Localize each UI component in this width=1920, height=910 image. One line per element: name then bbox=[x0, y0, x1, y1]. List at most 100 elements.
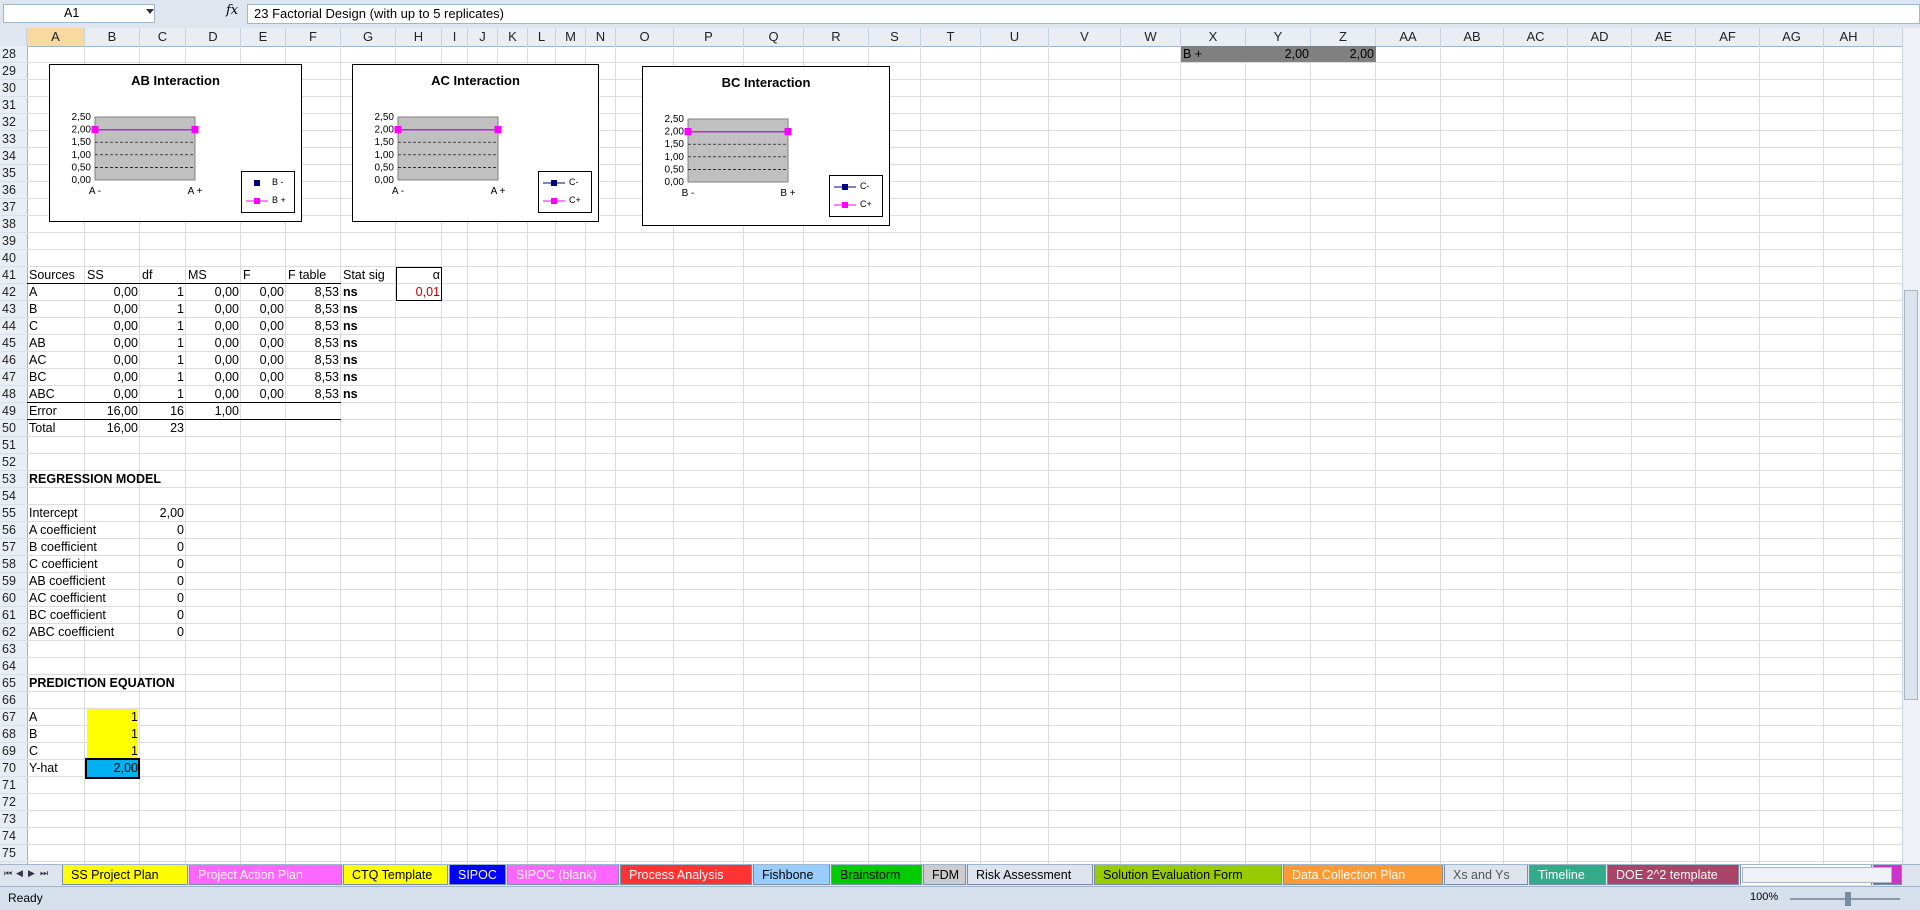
row-header-58[interactable]: 58 bbox=[0, 556, 26, 573]
prediction-input[interactable]: 1 bbox=[87, 726, 138, 743]
row-header-29[interactable]: 29 bbox=[0, 63, 26, 80]
column-header-e[interactable]: E bbox=[241, 28, 286, 46]
row-header-73[interactable]: 73 bbox=[0, 811, 26, 828]
chart-2[interactable]: AC Interaction 2,50 2,00 1,50 1,00 0,50 0,00 A … bbox=[352, 64, 599, 222]
row-header-42[interactable]: 42 bbox=[0, 284, 26, 301]
row-header-33[interactable]: 33 bbox=[0, 131, 26, 148]
column-header-m[interactable]: M bbox=[556, 28, 586, 46]
row-header-44[interactable]: 44 bbox=[0, 318, 26, 335]
column-header-ad[interactable]: AD bbox=[1568, 28, 1632, 46]
sheet-tab[interactable]: Brainstorm bbox=[831, 865, 922, 885]
column-header-h[interactable]: H bbox=[396, 28, 442, 46]
column-header-f[interactable]: F bbox=[286, 28, 341, 46]
column-header-ag[interactable]: AG bbox=[1760, 28, 1824, 46]
column-header-c[interactable]: C bbox=[140, 28, 186, 46]
row-header-51[interactable]: 51 bbox=[0, 437, 26, 454]
sheet-tab[interactable]: Risk Assessment bbox=[967, 865, 1093, 885]
name-box[interactable]: A1 bbox=[3, 4, 155, 23]
column-header-ac[interactable]: AC bbox=[1504, 28, 1568, 46]
row-header-69[interactable]: 69 bbox=[0, 743, 26, 760]
chart-3[interactable]: BC Interaction 2,50 2,00 1,50 1,00 0,50 0,00 B … bbox=[642, 66, 890, 226]
row-header-67[interactable]: 67 bbox=[0, 709, 26, 726]
row-header-65[interactable]: 65 bbox=[0, 675, 26, 692]
column-header-z[interactable]: Z bbox=[1311, 28, 1376, 46]
column-header-d[interactable]: D bbox=[186, 28, 241, 46]
sheet-tab[interactable]: Xs and Ys bbox=[1444, 865, 1528, 885]
first-sheet-icon[interactable]: ⏮ bbox=[4, 868, 12, 879]
row-header-39[interactable]: 39 bbox=[0, 233, 26, 250]
row-header-34[interactable]: 34 bbox=[0, 148, 26, 165]
column-header-j[interactable]: J bbox=[468, 28, 498, 46]
column-header-n[interactable]: N bbox=[586, 28, 616, 46]
chart-1[interactable]: AB Interaction 2,50 2,00 1,50 1,00 0,50 0,00 A … bbox=[49, 64, 302, 222]
prediction-input[interactable]: 1 bbox=[87, 709, 138, 726]
sheet-tab[interactable]: SIPOC (blank) bbox=[507, 865, 619, 885]
row-header-75[interactable]: 75 bbox=[0, 845, 26, 862]
cell-grid[interactable]: B + 2,00 2,00 Sources SS df MS F F table Stat sig… bbox=[27, 46, 1902, 864]
row-header-52[interactable]: 52 bbox=[0, 454, 26, 471]
row-header-46[interactable]: 46 bbox=[0, 352, 26, 369]
sheet-tab[interactable]: Process Analysis bbox=[620, 865, 752, 885]
row-header-70[interactable]: 70 bbox=[0, 760, 26, 777]
last-sheet-icon[interactable]: ⏭ bbox=[40, 868, 48, 879]
column-header-p[interactable]: P bbox=[674, 28, 744, 46]
row-header-30[interactable]: 30 bbox=[0, 80, 26, 97]
column-header-u[interactable]: U bbox=[981, 28, 1049, 46]
column-header-v[interactable]: V bbox=[1049, 28, 1121, 46]
column-header-ah[interactable]: AH bbox=[1824, 28, 1874, 46]
row-header-45[interactable]: 45 bbox=[0, 335, 26, 352]
column-header-ae[interactable]: AE bbox=[1632, 28, 1696, 46]
row-header-74[interactable]: 74 bbox=[0, 828, 26, 845]
row-header-63[interactable]: 63 bbox=[0, 641, 26, 658]
row-header-43[interactable]: 43 bbox=[0, 301, 26, 318]
column-header-i[interactable]: I bbox=[442, 28, 468, 46]
chevron-down-icon[interactable] bbox=[146, 9, 154, 14]
row-header-55[interactable]: 55 bbox=[0, 505, 26, 522]
sheet-tab[interactable]: SS Project Plan bbox=[62, 865, 188, 885]
y-hat-value[interactable]: 2,00 bbox=[85, 758, 140, 779]
column-header-l[interactable]: L bbox=[528, 28, 556, 46]
row-header-40[interactable]: 40 bbox=[0, 250, 26, 267]
row-header-49[interactable]: 49 bbox=[0, 403, 26, 420]
row-header-59[interactable]: 59 bbox=[0, 573, 26, 590]
sheet-tab[interactable]: Project Action Plan bbox=[189, 865, 342, 885]
row-header-61[interactable]: 61 bbox=[0, 607, 26, 624]
zoom-slider-thumb[interactable] bbox=[1845, 892, 1851, 906]
row-header-31[interactable]: 31 bbox=[0, 97, 26, 114]
column-header-t[interactable]: T bbox=[921, 28, 981, 46]
row-header-64[interactable]: 64 bbox=[0, 658, 26, 675]
sheet-tab[interactable]: DOE 2^2 template bbox=[1607, 865, 1739, 885]
column-header-q[interactable]: Q bbox=[744, 28, 804, 46]
row-header-28[interactable]: 28 bbox=[0, 46, 26, 63]
column-header-aa[interactable]: AA bbox=[1376, 28, 1441, 46]
column-header-o[interactable]: O bbox=[616, 28, 674, 46]
row-header-66[interactable]: 66 bbox=[0, 692, 26, 709]
row-header-48[interactable]: 48 bbox=[0, 386, 26, 403]
row-header-72[interactable]: 72 bbox=[0, 794, 26, 811]
select-all-corner[interactable] bbox=[0, 28, 27, 46]
sheet-tab[interactable]: Data Collection Plan bbox=[1283, 865, 1443, 885]
sheet-tab[interactable]: SIPOC bbox=[449, 865, 506, 885]
row-header-60[interactable]: 60 bbox=[0, 590, 26, 607]
column-header-k[interactable]: K bbox=[498, 28, 528, 46]
column-header-w[interactable]: W bbox=[1121, 28, 1181, 46]
row-header-47[interactable]: 47 bbox=[0, 369, 26, 386]
column-header-a[interactable]: A bbox=[27, 28, 85, 46]
column-header-b[interactable]: B bbox=[85, 28, 140, 46]
column-header-s[interactable]: S bbox=[869, 28, 921, 46]
sheet-tab[interactable]: CTQ Template bbox=[343, 865, 448, 885]
column-header-af[interactable]: AF bbox=[1696, 28, 1760, 46]
row-header-37[interactable]: 37 bbox=[0, 199, 26, 216]
row-header-62[interactable]: 62 bbox=[0, 624, 26, 641]
row-header-36[interactable]: 36 bbox=[0, 182, 26, 199]
row-header-71[interactable]: 71 bbox=[0, 777, 26, 794]
row-header-35[interactable]: 35 bbox=[0, 165, 26, 182]
row-header-57[interactable]: 57 bbox=[0, 539, 26, 556]
row-header-38[interactable]: 38 bbox=[0, 216, 26, 233]
next-sheet-icon[interactable]: ▶ bbox=[28, 868, 35, 879]
row-header-54[interactable]: 54 bbox=[0, 488, 26, 505]
scrollbar-thumb[interactable] bbox=[1904, 290, 1918, 700]
sheet-tab[interactable]: Solution Evaluation Form bbox=[1094, 865, 1282, 885]
row-header-50[interactable]: 50 bbox=[0, 420, 26, 437]
horizontal-scrollbar[interactable] bbox=[1742, 867, 1892, 883]
